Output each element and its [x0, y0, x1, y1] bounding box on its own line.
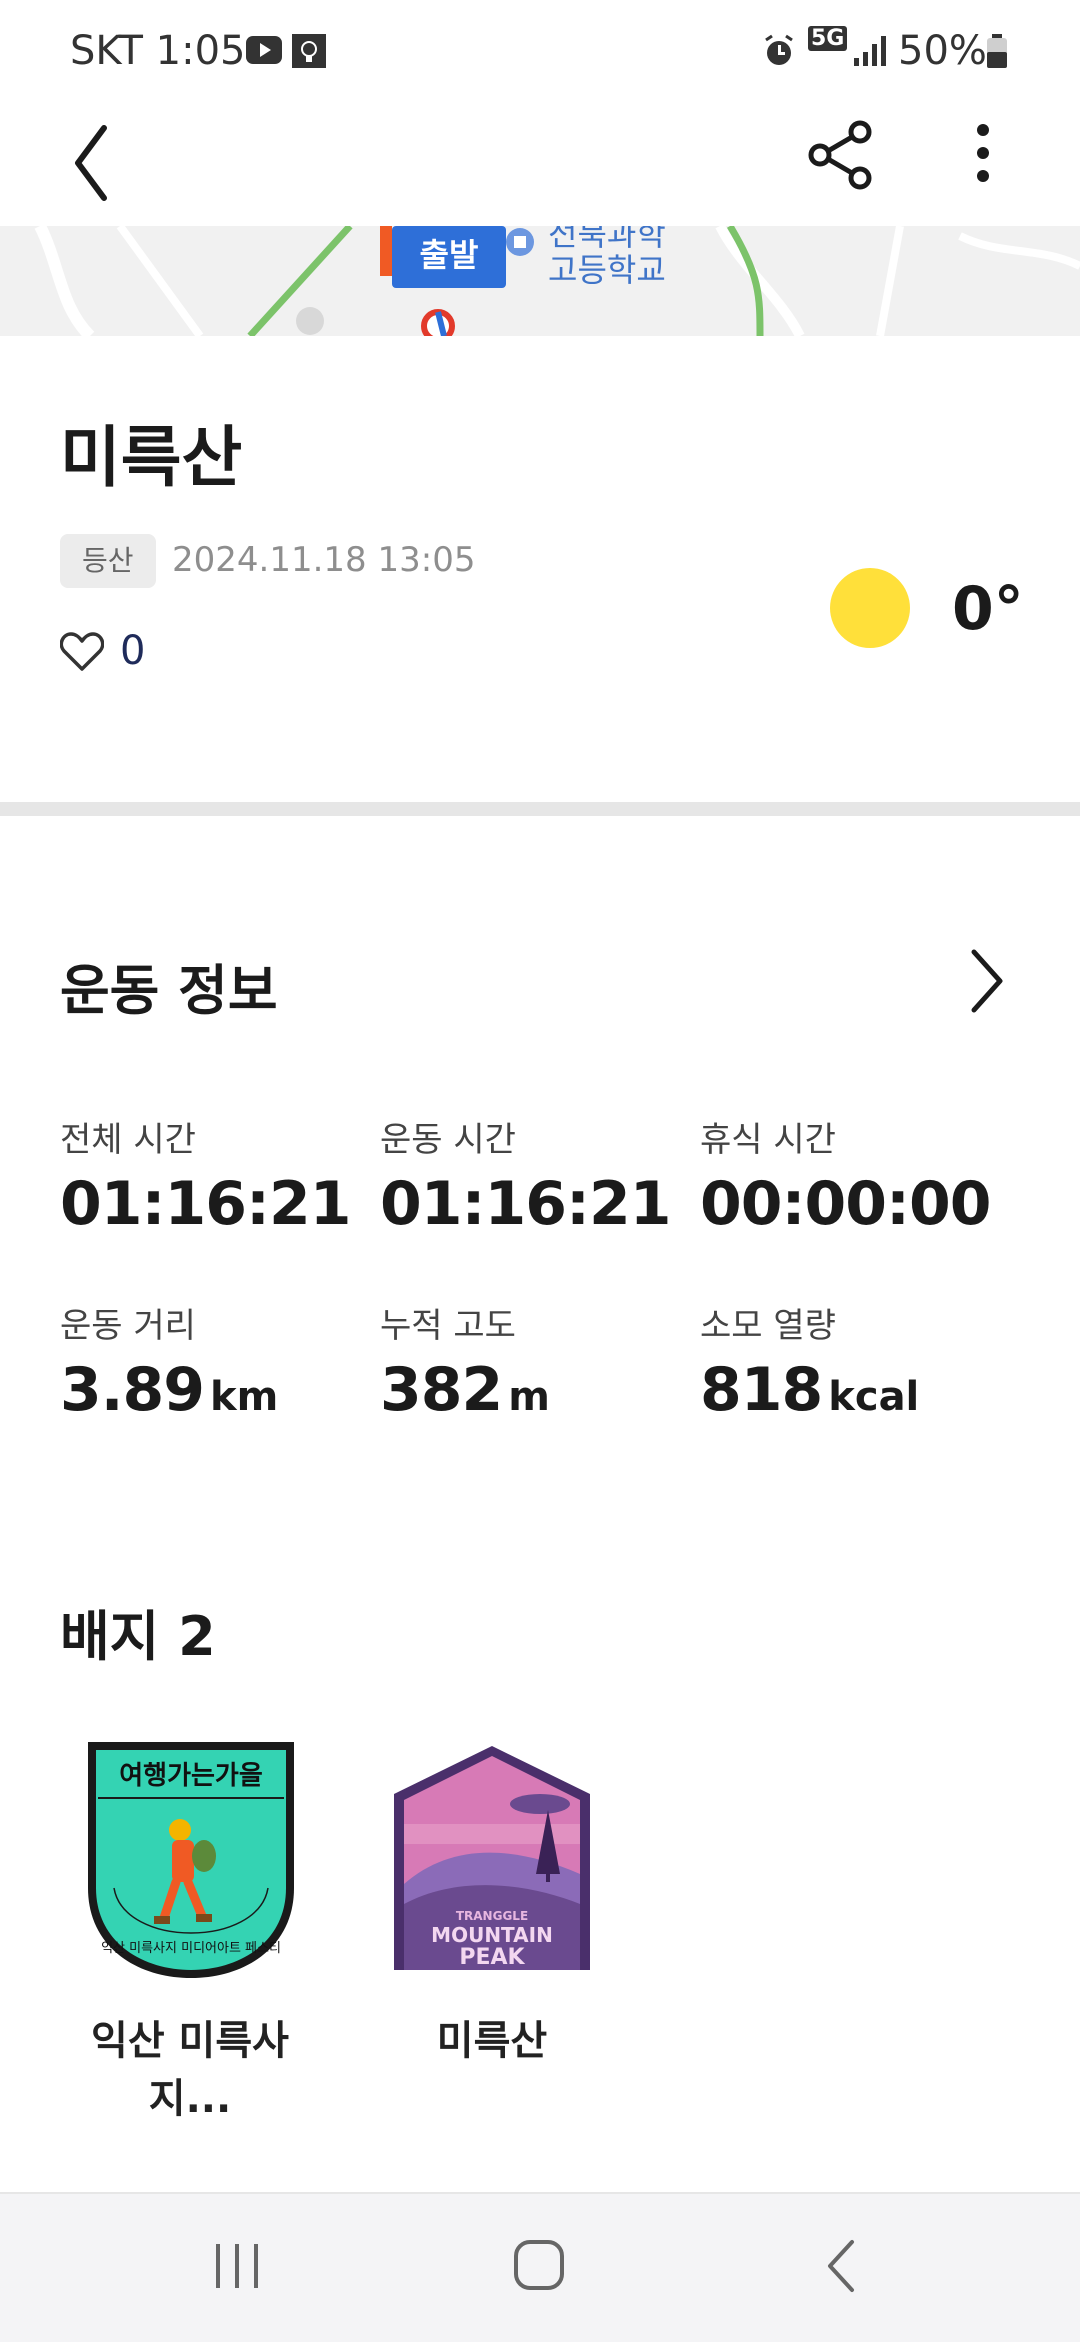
category-tag: 등산 — [60, 534, 156, 588]
route-map[interactable]: 출발 전북과학 고등학교 — [0, 226, 1080, 336]
stat-value: 00:00:00 — [700, 1169, 991, 1239]
map-place-line2: 고등학교 — [548, 251, 666, 289]
system-nav-bar — [0, 2192, 1080, 2342]
exercise-section-title: 운동 정보 — [60, 959, 278, 1022]
map-place-line1: 전북과학 — [548, 226, 666, 253]
stat-unit: m — [508, 1374, 550, 1420]
youtube-icon — [246, 36, 282, 64]
stat-exercise-time: 운동 시간 01:16:21 — [380, 1112, 671, 1239]
battery-percent: 50% — [898, 28, 987, 74]
stat-label: 운동 거리 — [60, 1306, 196, 1346]
stat-value: 01:16:21 — [380, 1169, 671, 1239]
chevron-right-icon — [971, 949, 1003, 1013]
badge-line1: TRANGGLE — [456, 1909, 528, 1923]
stat-label: 전체 시간 — [60, 1120, 196, 1160]
stat-value: 818 — [700, 1355, 823, 1425]
app-bar — [0, 100, 1080, 226]
badge-item[interactable]: 여행가는가을 익산 미륵사지 미디어아트 페스티 익산 미륵사지... — [50, 1726, 330, 2122]
activity-title: 미륵산 — [60, 419, 243, 496]
share-icon[interactable] — [806, 120, 876, 190]
stat-total-time: 전체 시간 01:16:21 — [60, 1112, 351, 1239]
map-place-label: 전북과학 고등학교 — [548, 226, 666, 288]
stat-distance: 운동 거리 3.89 km — [60, 1298, 278, 1425]
stat-label: 누적 고도 — [380, 1306, 516, 1346]
stat-label: 휴식 시간 — [700, 1120, 836, 1160]
stat-elevation: 누적 고도 382 m — [380, 1298, 550, 1425]
carrier-time: SKT 1:05 — [70, 28, 246, 74]
back-nav-icon[interactable] — [822, 2238, 862, 2294]
stat-unit: km — [210, 1374, 279, 1420]
stat-calories: 소모 열량 818 kcal — [700, 1298, 919, 1425]
like-count: 0 — [120, 628, 146, 674]
mountain-peak-badge-image: TRANGGLE MOUNTAIN PEAK — [394, 1746, 590, 1970]
status-bar: SKT 1:05 5G 50% — [0, 0, 1080, 100]
stat-rest-time: 휴식 시간 00:00:00 — [700, 1112, 991, 1239]
sun-weather-icon — [830, 568, 910, 648]
exercise-info-header[interactable]: 운동 정보 — [0, 900, 1080, 1060]
notification-icon — [292, 34, 326, 68]
activity-datetime: 2024.11.18 13:05 — [172, 540, 476, 580]
travel-autumn-badge-image: 여행가는가을 익산 미륵사지 미디어아트 페스티 — [88, 1742, 294, 1978]
badge-line3: PEAK — [459, 1945, 525, 1970]
badge-top-text: 여행가는가을 — [119, 1761, 263, 1791]
alarm-icon — [765, 34, 793, 65]
badge-ring-text: 익산 미륵사지 미디어아트 페스티 — [101, 1941, 281, 1956]
start-marker: 출발 — [392, 226, 506, 288]
recent-apps-icon[interactable] — [212, 2240, 262, 2292]
heart-icon — [60, 632, 104, 671]
stat-value: 3.89 — [60, 1355, 205, 1425]
battery-icon — [987, 34, 1007, 68]
temperature: 0° — [952, 574, 1024, 644]
map-roads — [34, 226, 1080, 336]
signal-icon — [854, 36, 886, 66]
stat-label: 소모 열량 — [700, 1306, 836, 1346]
back-arrow-icon[interactable] — [66, 118, 116, 208]
badge-item[interactable]: TRANGGLE MOUNTAIN PEAK 미륵산 — [352, 1726, 632, 2086]
stat-unit: kcal — [828, 1374, 920, 1420]
stat-label: 운동 시간 — [380, 1120, 516, 1160]
more-options-icon[interactable] — [968, 120, 998, 190]
badge-name: 미륵산 — [436, 2018, 548, 2064]
stat-value: 382 — [380, 1355, 503, 1425]
badges-section-title: 배지 2 — [60, 1605, 216, 1668]
section-divider — [0, 802, 1080, 816]
badge-line2: MOUNTAIN — [431, 1923, 553, 1947]
network-type: 5G — [808, 26, 848, 51]
stat-value: 01:16:21 — [60, 1169, 351, 1239]
badge-name: 익산 미륵사지... — [91, 2018, 289, 2122]
home-icon[interactable] — [512, 2238, 568, 2294]
